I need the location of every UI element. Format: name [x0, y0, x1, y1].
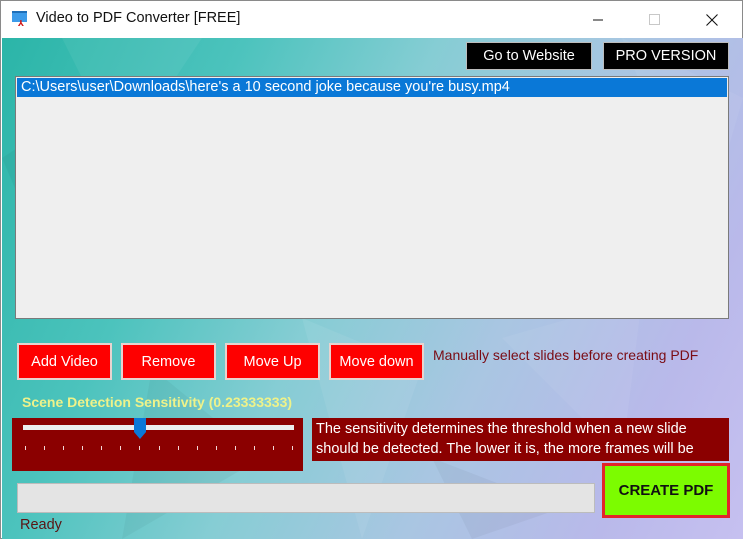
- sensitivity-description: The sensitivity determines the threshold…: [312, 418, 729, 461]
- slider-thumb[interactable]: [134, 418, 146, 440]
- add-video-button[interactable]: Add Video: [17, 343, 112, 380]
- window-title: Video to PDF Converter [FREE]: [36, 10, 241, 26]
- maximize-icon: [649, 13, 660, 25]
- maximize-button[interactable]: [632, 1, 678, 38]
- close-icon: [706, 13, 718, 26]
- slider-tick: [254, 446, 255, 450]
- go-to-website-button[interactable]: Go to Website: [466, 42, 592, 70]
- pro-version-button[interactable]: PRO VERSION: [603, 42, 729, 70]
- status-text: Ready: [20, 517, 62, 533]
- create-pdf-button[interactable]: CREATE PDF: [602, 463, 730, 518]
- app-window: ⅄ Video to PDF Converter [FREE] Go to We…: [0, 0, 743, 539]
- slider-tick: [82, 446, 83, 450]
- remove-button[interactable]: Remove: [121, 343, 216, 380]
- slider-tick: [273, 446, 274, 450]
- move-up-button[interactable]: Move Up: [225, 343, 320, 380]
- main-panel: Go to Website PRO VERSION C:\Users\user\…: [2, 38, 743, 539]
- app-video-pdf-icon: ⅄: [12, 11, 29, 28]
- minimize-button[interactable]: [575, 1, 621, 38]
- list-item[interactable]: C:\Users\user\Downloads\here's a 10 seco…: [17, 78, 727, 97]
- slider-tick: [235, 446, 236, 450]
- sensitivity-slider[interactable]: [12, 418, 303, 471]
- sensitivity-label: Scene Detection Sensitivity (0.23333333): [22, 394, 293, 410]
- minimize-icon: [593, 19, 603, 20]
- slider-tick: [25, 446, 26, 450]
- slider-tick: [63, 446, 64, 450]
- video-file-list[interactable]: C:\Users\user\Downloads\here's a 10 seco…: [15, 76, 729, 319]
- slider-tick: [120, 446, 121, 450]
- close-button[interactable]: [689, 1, 735, 38]
- slider-track[interactable]: [23, 425, 294, 430]
- slider-tick: [197, 446, 198, 450]
- slider-tick: [139, 446, 140, 450]
- slider-tick: [101, 446, 102, 450]
- slider-tick: [216, 446, 217, 450]
- progress-bar: [17, 483, 595, 513]
- slider-tick: [159, 446, 160, 450]
- slider-tick: [44, 446, 45, 450]
- slider-tick: [292, 446, 293, 450]
- slider-tick: [178, 446, 179, 450]
- move-down-button[interactable]: Move down: [329, 343, 424, 380]
- title-bar[interactable]: ⅄ Video to PDF Converter [FREE]: [1, 1, 742, 38]
- manual-select-slides-option[interactable]: Manually select slides before creating P…: [433, 347, 698, 363]
